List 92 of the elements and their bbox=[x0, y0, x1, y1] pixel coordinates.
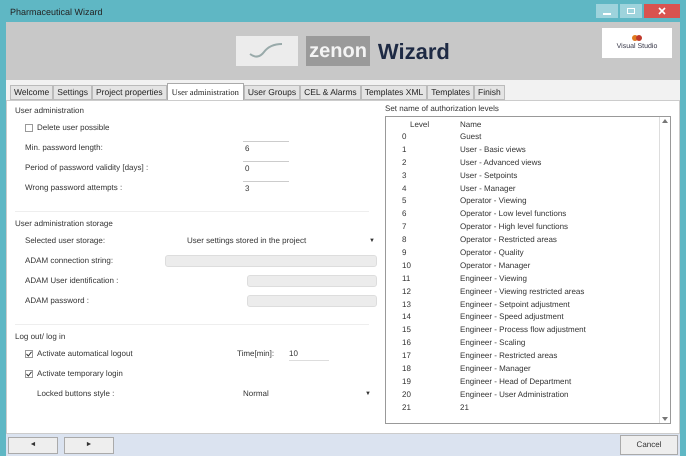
table-cell-text: 18 bbox=[402, 363, 412, 376]
field-label: Min. password length: bbox=[25, 142, 104, 154]
table-cell-text: 8 bbox=[402, 234, 408, 246]
field-label: Wrong password attempts : bbox=[25, 182, 124, 194]
table-cell-text: 21 bbox=[460, 402, 469, 414]
input-field[interactable]: 3 bbox=[243, 180, 289, 196]
scroll-up-icon[interactable] bbox=[662, 119, 668, 123]
table-cell-text: Engineer - Process flow adjustment bbox=[460, 324, 586, 336]
minimize-icon[interactable] bbox=[596, 4, 618, 18]
column-header[interactable]: Name bbox=[460, 119, 482, 131]
section-heading: Set name of authorization levels bbox=[385, 103, 500, 115]
table-cell-text: 20 bbox=[402, 388, 412, 401]
tab[interactable]: Finish bbox=[474, 85, 505, 100]
wizard-title: Wizard bbox=[378, 38, 450, 66]
table-cell-text: 2 bbox=[402, 156, 408, 169]
field-label: ADAM connection string: bbox=[25, 255, 114, 267]
table-cell-text: 14 bbox=[402, 311, 412, 324]
table-cell-text: Engineer - Viewing bbox=[460, 272, 528, 285]
input-field[interactable] bbox=[247, 295, 377, 307]
tab[interactable]: User administration bbox=[166, 83, 244, 100]
input-field[interactable]: 0 bbox=[243, 160, 289, 176]
table-cell-text: Engineer - Viewing restricted areas bbox=[460, 286, 584, 298]
table-cell-text: Operator - Viewing bbox=[460, 195, 527, 208]
table-cell-text: 3 bbox=[402, 170, 408, 182]
scroll-down-icon[interactable] bbox=[662, 417, 668, 421]
tab[interactable]: Templates bbox=[427, 85, 474, 100]
field-label: Selected user storage: bbox=[25, 235, 106, 247]
table-cell-text: 4 bbox=[402, 182, 408, 195]
table-cell-text: 11 bbox=[402, 272, 412, 285]
table-cell-text: Operator - Restricted areas bbox=[460, 234, 557, 246]
tab[interactable]: Settings bbox=[53, 85, 92, 100]
tab[interactable]: Templates XML bbox=[360, 85, 428, 100]
table-cell-text: Guest bbox=[460, 131, 482, 143]
table-cell-text: 0 bbox=[402, 131, 408, 143]
cancel-button[interactable]: Cancel bbox=[620, 435, 678, 455]
section-heading: User administration storage bbox=[15, 218, 114, 230]
table-cell-text: Engineer - Manager bbox=[460, 363, 531, 376]
input-field[interactable]: 6 bbox=[243, 140, 289, 156]
table-cell-text: 12 bbox=[402, 286, 412, 298]
tab[interactable]: CEL & Alarms bbox=[300, 85, 361, 100]
tab[interactable]: Welcome bbox=[10, 85, 54, 100]
table-cell-text: 7 bbox=[402, 221, 408, 234]
checkbox-label: Activate automatical logout bbox=[37, 348, 134, 360]
table-cell-text: Engineer - Restricted areas bbox=[460, 350, 558, 362]
field-label: Period of password validity [days] : bbox=[25, 162, 150, 174]
checkbox[interactable] bbox=[25, 350, 33, 358]
table-cell-text: User - Manager bbox=[460, 182, 516, 195]
table-cell-text: 17 bbox=[402, 350, 412, 362]
table-cell-text: Operator - Low level functions bbox=[460, 208, 566, 220]
table-cell-text: Engineer - Setpoint adjustment bbox=[460, 298, 570, 311]
table-cell-text: Operator - Manager bbox=[460, 260, 530, 272]
section-heading: User administration bbox=[15, 105, 85, 117]
input-field[interactable]: 10 bbox=[289, 348, 329, 360]
table-cell-text: User - Setpoints bbox=[460, 170, 518, 182]
field-label: ADAM User identification : bbox=[25, 275, 120, 287]
table-cell-text: 13 bbox=[402, 298, 412, 311]
table-cell-text: 21 bbox=[402, 402, 412, 414]
checkbox[interactable] bbox=[25, 370, 33, 378]
column-header[interactable]: Level bbox=[402, 119, 460, 131]
maximize-icon[interactable] bbox=[620, 4, 642, 18]
tab[interactable]: Project properties bbox=[92, 85, 167, 100]
table-cell-text: 5 bbox=[402, 195, 408, 208]
section-heading: Log out/ log in bbox=[15, 331, 66, 343]
table-cell-text: 16 bbox=[402, 337, 412, 350]
table-cell-text: Engineer - Speed adjustment bbox=[460, 311, 564, 324]
field-label: Time[min]: bbox=[237, 348, 276, 360]
brand-text: zenon bbox=[306, 36, 370, 66]
table-cell-text: 15 bbox=[402, 324, 412, 336]
table-cell-text: 19 bbox=[402, 376, 412, 388]
table-cell-text: 9 bbox=[402, 247, 408, 260]
checkbox[interactable] bbox=[25, 124, 33, 132]
close-icon[interactable] bbox=[644, 4, 680, 18]
window-title: Pharmaceutical Wizard bbox=[9, 6, 103, 20]
table-cell-text: 1 bbox=[402, 144, 408, 156]
table-cell-text: 10 bbox=[402, 260, 412, 272]
table-cell-text: Engineer - Head of Department bbox=[460, 376, 572, 388]
input-field[interactable] bbox=[165, 255, 377, 267]
checkmark-logo-icon bbox=[236, 36, 298, 66]
field-label: Locked buttons style : bbox=[37, 388, 116, 400]
checkbox-label: Activate temporary login bbox=[37, 368, 124, 380]
field-label: ADAM password : bbox=[25, 295, 90, 307]
checkbox-label: Delete user possible bbox=[37, 122, 110, 134]
table-cell-text: Engineer - User Administration bbox=[460, 388, 568, 401]
table-cell-text: Operator - High level functions bbox=[460, 221, 568, 234]
scrollbar[interactable] bbox=[659, 117, 670, 423]
table-cell-text: 6 bbox=[402, 208, 408, 220]
table-cell-text: Engineer - Scaling bbox=[460, 337, 526, 350]
table-cell-text: Operator - Quality bbox=[460, 247, 524, 260]
tab[interactable]: User Groups bbox=[244, 85, 300, 100]
table-cell-text: User - Basic views bbox=[460, 144, 526, 156]
input-field[interactable] bbox=[247, 275, 377, 287]
table-cell-text: User - Advanced views bbox=[460, 156, 542, 169]
